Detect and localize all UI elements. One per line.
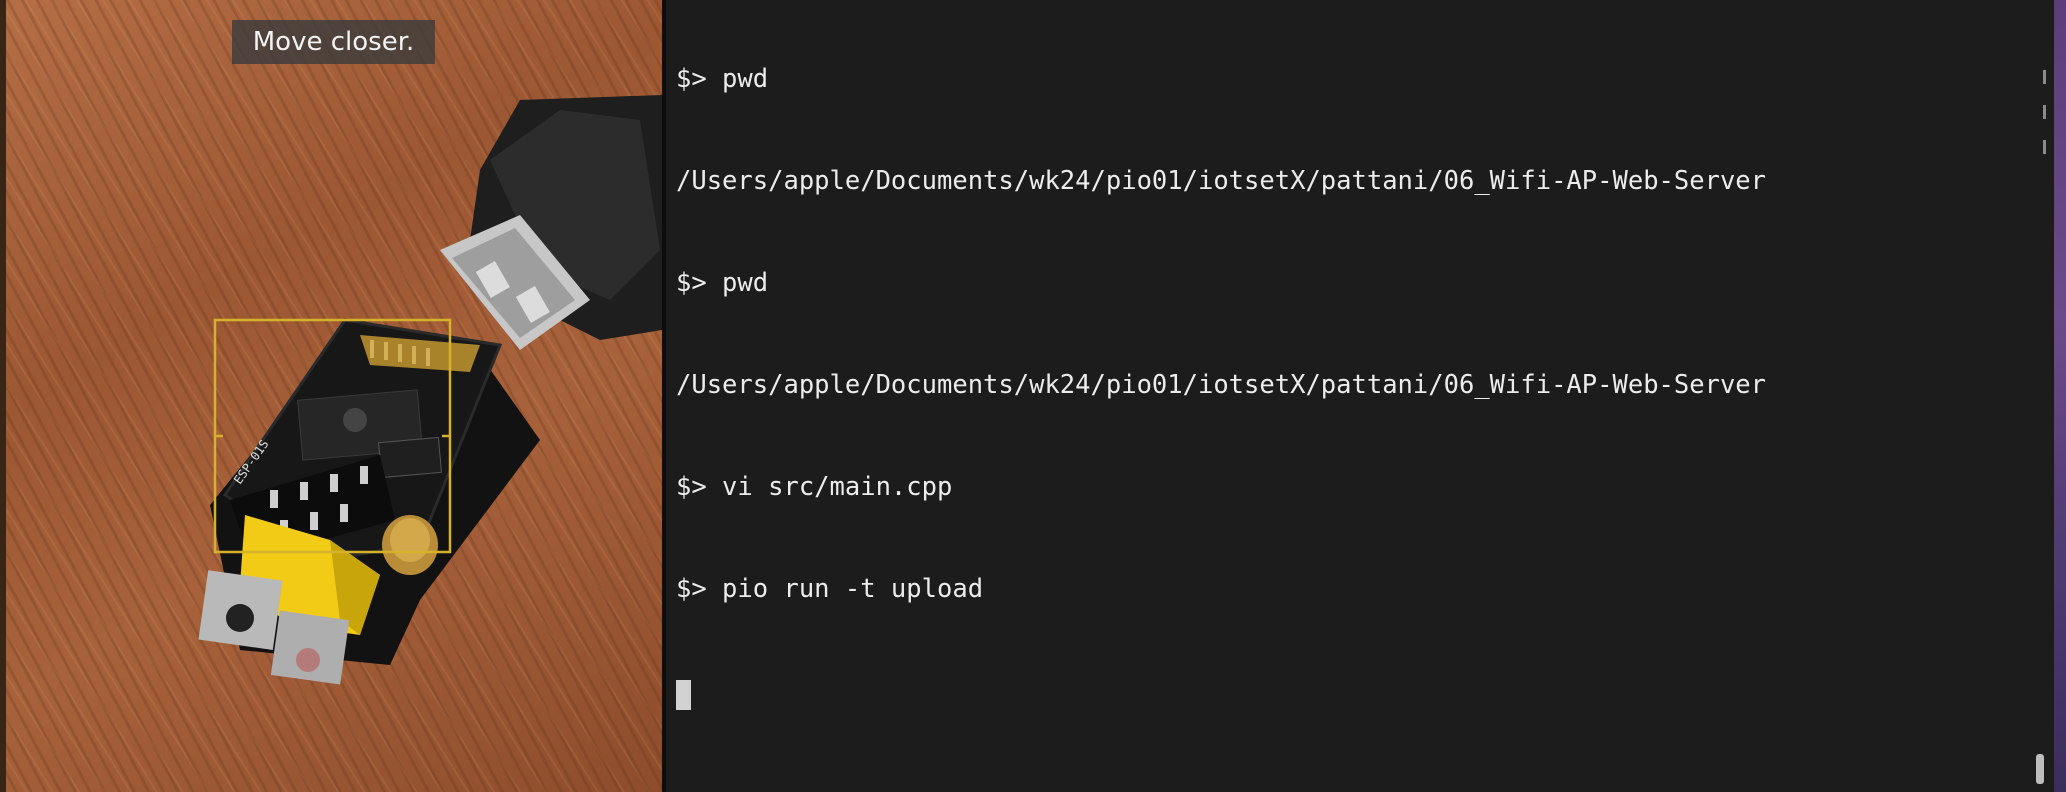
usb-esp01-adapter-image: ESP-01S xyxy=(198,95,662,685)
scroll-marker xyxy=(2043,70,2046,84)
terminal-scrollbar-thumb[interactable] xyxy=(2036,754,2044,784)
text-cursor xyxy=(676,680,691,710)
terminal-line: /Users/apple/Documents/wk24/pio01/iotset… xyxy=(676,166,1767,196)
scroll-marker xyxy=(2043,140,2046,154)
terminal-line: /Users/apple/Documents/wk24/pio01/iotset… xyxy=(676,370,1767,400)
terminal-prompt-line[interactable] xyxy=(676,674,1766,710)
scroll-marker xyxy=(2043,105,2046,119)
camera-preview: ESP-01S Move closer. xyxy=(0,0,662,792)
terminal-line: $> vi src/main.cpp xyxy=(676,472,953,502)
terminal-line: $> pio run -t upload xyxy=(676,574,984,604)
terminal-window[interactable]: $> pwd /Users/apple/Documents/wk24/pio01… xyxy=(662,0,2054,792)
desktop-background-edge xyxy=(2054,0,2066,792)
terminal-output: $> pwd /Users/apple/Documents/wk24/pio01… xyxy=(676,0,1766,776)
terminal-line: $> pwd xyxy=(676,268,769,298)
terminal-scrollbar-track[interactable] xyxy=(2026,0,2054,792)
terminal-line: $> pwd xyxy=(676,64,769,94)
camera-hint-label: Move closer. xyxy=(232,20,435,64)
